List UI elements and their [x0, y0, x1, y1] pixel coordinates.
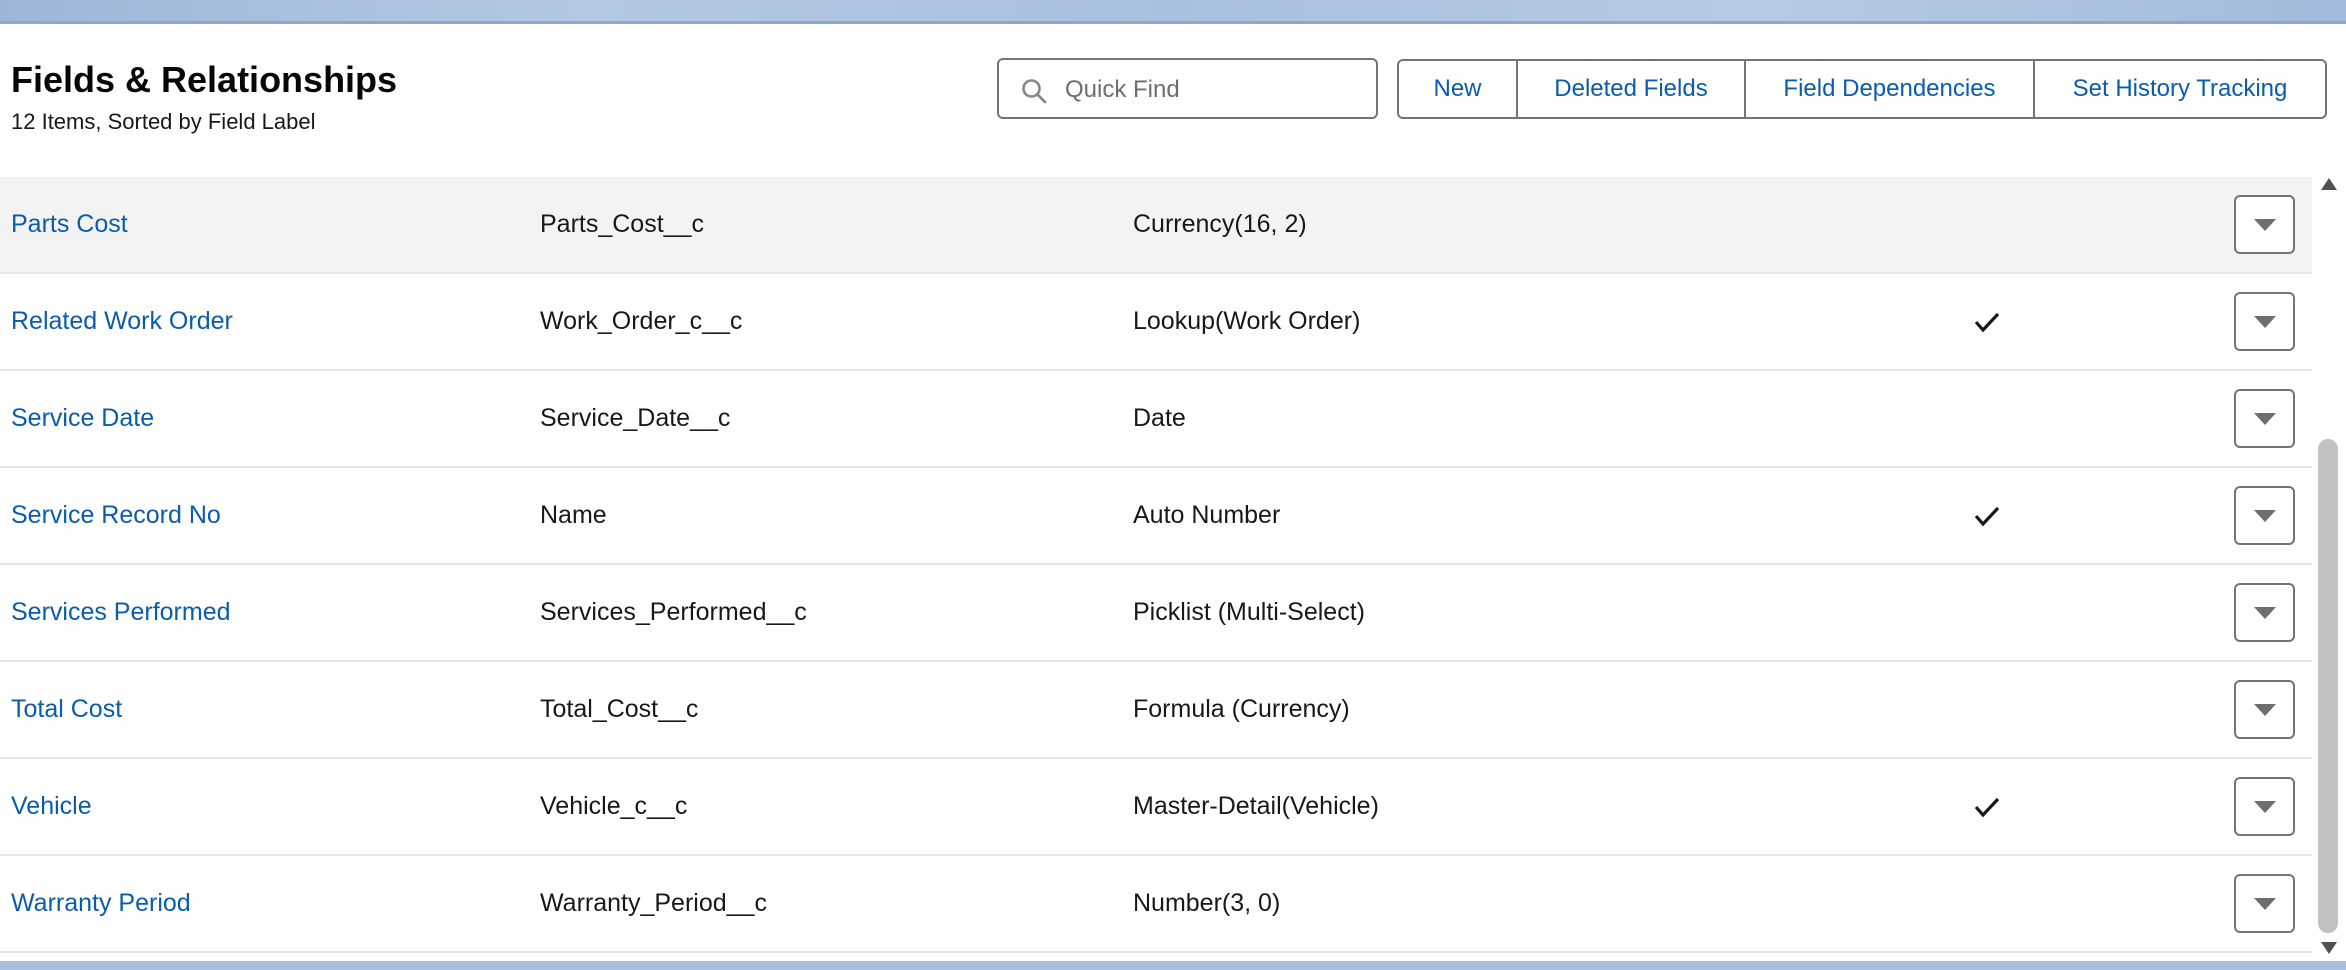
- scroll-down-arrow-icon[interactable]: [2320, 941, 2338, 955]
- checkmark-icon: [1974, 797, 2000, 817]
- field-data-type: Number(3, 0): [1133, 889, 1281, 917]
- table-row: Total Cost Total_Cost__c Formula (Curren…: [0, 662, 2312, 759]
- checkmark-icon: [1974, 312, 2000, 332]
- checkmark-icon: [1974, 506, 2000, 526]
- chevron-down-icon: [2253, 703, 2276, 716]
- row-action-button[interactable]: [2234, 777, 2295, 836]
- field-api-name: Service_Date__c: [540, 404, 731, 432]
- indexed-check: [1970, 468, 2004, 563]
- field-label-link[interactable]: Service Date: [11, 371, 154, 466]
- table-row: Services Performed Services_Performed__c…: [0, 565, 2312, 662]
- table-row: Warranty Period Warranty_Period__c Numbe…: [0, 856, 2312, 953]
- chevron-down-icon: [2253, 315, 2276, 328]
- field-label-link[interactable]: Related Work Order: [11, 274, 233, 369]
- chevron-down-icon: [2253, 509, 2276, 522]
- row-action-button[interactable]: [2234, 583, 2295, 642]
- indexed-check: [1970, 274, 2004, 369]
- page-header: Fields & Relationships 12 Items, Sorted …: [0, 24, 2346, 178]
- quick-find-search[interactable]: [997, 58, 1378, 119]
- row-action-button[interactable]: [2234, 680, 2295, 739]
- vertical-scrollbar[interactable]: [2312, 177, 2346, 961]
- field-data-type: Picklist (Multi-Select): [1133, 598, 1365, 626]
- top-background-band: [0, 0, 2346, 24]
- field-label-link[interactable]: Warranty Period: [11, 856, 191, 951]
- field-label-link[interactable]: Parts Cost: [11, 177, 128, 272]
- field-data-type: Master-Detail(Vehicle): [1133, 792, 1379, 820]
- chevron-down-icon: [2253, 606, 2276, 619]
- table-row: Parts Cost Parts_Cost__c Currency(16, 2): [0, 177, 2312, 274]
- header-button-group: New Deleted Fields Field Dependencies Se…: [1397, 59, 2327, 119]
- field-dependencies-button[interactable]: Field Dependencies: [1744, 61, 2033, 117]
- deleted-fields-button[interactable]: Deleted Fields: [1516, 61, 1744, 117]
- table-row: Service Record No Name Auto Number: [0, 468, 2312, 565]
- field-label-link[interactable]: Total Cost: [11, 662, 122, 757]
- row-action-button[interactable]: [2234, 389, 2295, 448]
- indexed-check: [1970, 759, 2004, 854]
- chevron-down-icon: [2253, 897, 2276, 910]
- bottom-background-band: [0, 961, 2346, 970]
- scrollbar-thumb[interactable]: [2318, 439, 2338, 933]
- row-action-button[interactable]: [2234, 195, 2295, 254]
- row-action-button[interactable]: [2234, 292, 2295, 351]
- field-api-name: Warranty_Period__c: [540, 889, 767, 917]
- table-row: Related Work Order Work_Order_c__c Looku…: [0, 274, 2312, 371]
- table-row: Service Date Service_Date__c Date: [0, 371, 2312, 468]
- field-api-name: Work_Order_c__c: [540, 307, 743, 335]
- chevron-down-icon: [2253, 412, 2276, 425]
- field-data-type: Currency(16, 2): [1133, 210, 1307, 238]
- field-label-link[interactable]: Vehicle: [11, 759, 92, 854]
- set-history-tracking-button[interactable]: Set History Tracking: [2033, 61, 2325, 117]
- field-data-type: Auto Number: [1133, 501, 1281, 529]
- field-label-link[interactable]: Services Performed: [11, 565, 231, 660]
- chevron-down-icon: [2253, 218, 2276, 231]
- field-label-link[interactable]: Service Record No: [11, 468, 221, 563]
- field-api-name: Vehicle_c__c: [540, 792, 688, 820]
- scroll-up-arrow-icon[interactable]: [2320, 177, 2338, 191]
- field-data-type: Formula (Currency): [1133, 695, 1350, 723]
- chevron-down-icon: [2253, 800, 2276, 813]
- field-data-type: Date: [1133, 404, 1186, 432]
- quick-find-input[interactable]: [1063, 70, 1367, 110]
- row-action-button[interactable]: [2234, 874, 2295, 933]
- fields-table: Parts Cost Parts_Cost__c Currency(16, 2)…: [0, 177, 2312, 961]
- row-action-button[interactable]: [2234, 486, 2295, 545]
- field-data-type: Lookup(Work Order): [1133, 307, 1361, 335]
- field-api-name: Total_Cost__c: [540, 695, 699, 723]
- table-row: Vehicle Vehicle_c__c Master-Detail(Vehic…: [0, 759, 2312, 856]
- field-api-name: Parts_Cost__c: [540, 210, 704, 238]
- field-api-name: Name: [540, 501, 607, 529]
- page-title: Fields & Relationships: [11, 59, 398, 100]
- new-button[interactable]: New: [1399, 61, 1516, 117]
- field-api-name: Services_Performed__c: [540, 598, 807, 626]
- search-icon: [1022, 79, 1047, 104]
- item-count-subtitle: 12 Items, Sorted by Field Label: [11, 109, 316, 134]
